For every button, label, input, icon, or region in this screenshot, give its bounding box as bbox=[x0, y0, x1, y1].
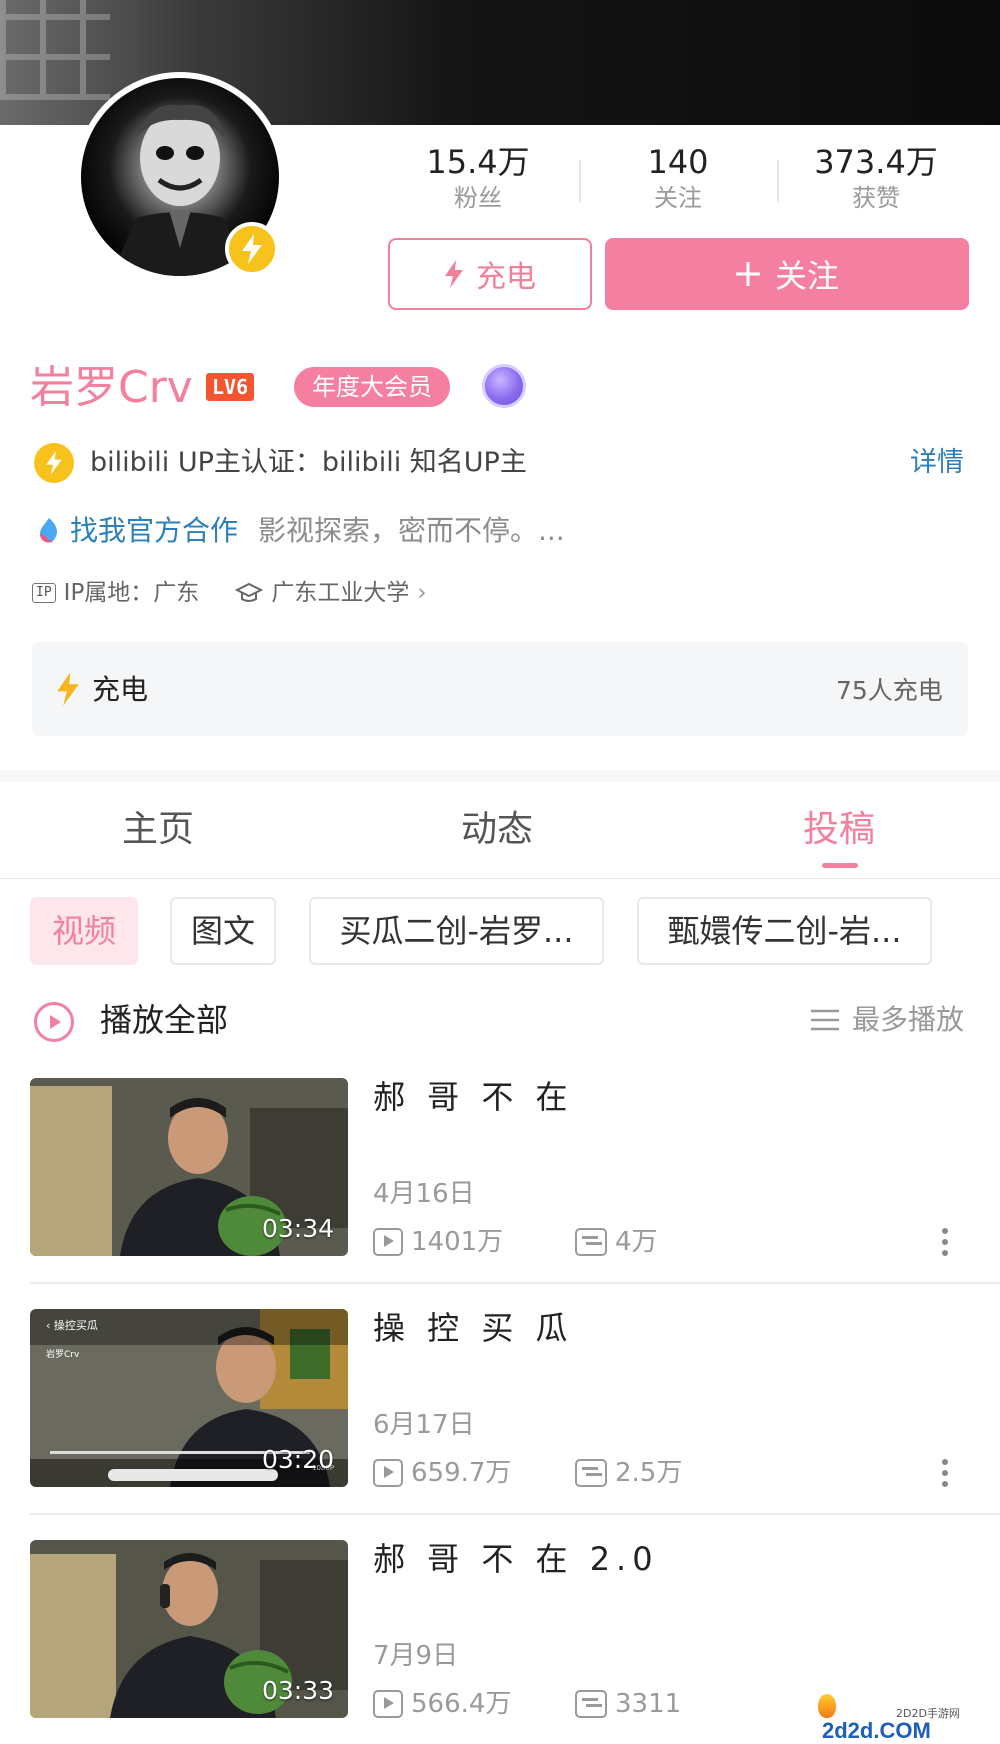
watermark-logo: 2d2d.COM bbox=[822, 1718, 931, 1743]
video-title[interactable]: 操 控 买 瓜 bbox=[373, 1306, 574, 1350]
video-danmaku-value: 4万 bbox=[615, 1227, 658, 1257]
username: 岩罗Crv bbox=[30, 362, 193, 413]
video-views-value: 566.4万 bbox=[411, 1689, 512, 1719]
danmaku-icon bbox=[575, 1690, 607, 1718]
video-date: 7月9日 bbox=[373, 1641, 459, 1671]
video-thumbnail[interactable]: ‹ 操控买瓜 岩罗Crv 1080P 03:20 bbox=[30, 1309, 348, 1487]
video-views: 566.4万 bbox=[373, 1686, 511, 1722]
coop-link[interactable]: 找我官方合作 bbox=[70, 512, 238, 550]
bio-text[interactable]: 影视探索，密而不停。... bbox=[258, 512, 565, 550]
filter-collection-zhenhuan[interactable]: 甄嬛传二创-岩... bbox=[637, 897, 932, 965]
stat-value: 15.4万 bbox=[426, 143, 530, 181]
stat-following[interactable]: 140 关注 bbox=[588, 142, 768, 214]
filter-article[interactable]: 图文 bbox=[170, 897, 276, 965]
video-danmaku: 4万 bbox=[575, 1224, 658, 1260]
video-title[interactable]: 郝 哥 不 在 bbox=[373, 1075, 574, 1119]
video-thumbnail[interactable]: 03:34 bbox=[30, 1078, 348, 1256]
charge-count: 75人充电 bbox=[836, 676, 943, 705]
ip-icon: IP bbox=[32, 583, 56, 603]
video-divider bbox=[30, 1282, 1000, 1284]
tab-dynamics[interactable]: 动态 bbox=[461, 806, 533, 854]
more-options-icon[interactable] bbox=[942, 1459, 950, 1492]
stat-value: 140 bbox=[647, 143, 709, 181]
play-all-icon[interactable] bbox=[34, 1002, 74, 1042]
video-views: 1401万 bbox=[373, 1224, 503, 1260]
school-link[interactable]: 广东工业大学 bbox=[271, 576, 409, 610]
thumbnail-overlay-user: 岩罗Crv bbox=[46, 1350, 80, 1360]
video-danmaku-value: 3311 bbox=[615, 1689, 682, 1719]
play-count-icon bbox=[373, 1459, 403, 1487]
tab-uploads[interactable]: 投稿 bbox=[803, 806, 875, 854]
section-separator bbox=[0, 770, 1000, 782]
play-count-icon bbox=[373, 1228, 403, 1256]
charge-panel[interactable] bbox=[32, 642, 968, 736]
follow-button[interactable]: 关注 bbox=[605, 238, 969, 310]
danmaku-icon bbox=[575, 1459, 607, 1487]
video-duration: 03:20 bbox=[261, 1445, 334, 1474]
stat-divider bbox=[777, 160, 779, 202]
video-date: 6月17日 bbox=[373, 1410, 475, 1440]
banner-window-pattern bbox=[0, 0, 110, 100]
ip-location: IP属地：广东 bbox=[63, 580, 200, 606]
video-thumbnail[interactable]: 03:33 bbox=[30, 1540, 348, 1718]
stat-divider bbox=[579, 160, 581, 202]
stat-label: 获赞 bbox=[852, 184, 900, 212]
vip-badge[interactable]: 年度大会员 bbox=[294, 367, 450, 407]
play-count-icon bbox=[373, 1690, 403, 1718]
charge-button[interactable]: 充电 bbox=[388, 238, 592, 310]
lightning-icon bbox=[445, 260, 463, 288]
certification-text: bilibili UP主认证：bilibili 知名UP主 bbox=[90, 447, 527, 478]
sort-button[interactable]: 最多播放 bbox=[852, 1000, 964, 1040]
filter-collection-melon[interactable]: 买瓜二创-岩罗... bbox=[309, 897, 604, 965]
more-options-icon[interactable] bbox=[942, 1228, 950, 1261]
plus-icon bbox=[735, 262, 760, 286]
video-views: 659.7万 bbox=[373, 1455, 511, 1491]
video-danmaku: 2.5万 bbox=[575, 1455, 682, 1491]
charge-badge-icon bbox=[225, 222, 279, 276]
stat-fans[interactable]: 15.4万 粉丝 bbox=[388, 142, 568, 214]
video-title[interactable]: 郝 哥 不 在 2.0 bbox=[373, 1537, 659, 1581]
chevron-right-icon: › bbox=[417, 580, 427, 606]
planet-medal-icon[interactable] bbox=[482, 364, 526, 408]
play-all-button[interactable]: 播放全部 bbox=[100, 998, 228, 1042]
graduation-cap-icon bbox=[235, 582, 264, 602]
charge-panel-title: 充电 bbox=[92, 673, 149, 706]
video-divider bbox=[30, 1513, 1000, 1515]
stat-label: 粉丝 bbox=[454, 184, 502, 212]
video-views-value: 1401万 bbox=[411, 1227, 504, 1257]
follow-button-label: 关注 bbox=[774, 257, 839, 295]
stat-value: 373.4万 bbox=[814, 143, 938, 181]
tab-home[interactable]: 主页 bbox=[122, 806, 194, 854]
charge-button-label: 充电 bbox=[476, 260, 536, 295]
video-danmaku: 3311 bbox=[575, 1686, 681, 1722]
video-duration: 03:34 bbox=[261, 1214, 334, 1243]
danmaku-icon bbox=[575, 1228, 607, 1256]
sort-icon bbox=[811, 1009, 839, 1031]
thumbnail-overlay-title: ‹ 操控买瓜 bbox=[46, 1319, 98, 1332]
certification-icon bbox=[34, 443, 74, 483]
level-badge: LV6 bbox=[206, 373, 255, 401]
lightning-icon bbox=[57, 672, 79, 706]
detail-link[interactable]: 详情 bbox=[910, 444, 964, 482]
tabs-divider bbox=[0, 878, 1000, 879]
tab-active-indicator bbox=[822, 863, 858, 868]
stat-label: 关注 bbox=[654, 184, 702, 212]
video-date: 4月16日 bbox=[373, 1179, 475, 1209]
watermark-flame-icon bbox=[818, 1694, 836, 1718]
coop-icon bbox=[40, 518, 58, 543]
stat-likes[interactable]: 373.4万 获赞 bbox=[786, 142, 966, 214]
ip-school-row: IP IP属地：广东 广东工业大学 › bbox=[32, 576, 427, 610]
video-views-value: 659.7万 bbox=[411, 1458, 512, 1488]
video-duration: 03:33 bbox=[261, 1676, 334, 1705]
video-danmaku-value: 2.5万 bbox=[615, 1458, 683, 1488]
filter-video[interactable]: 视频 bbox=[30, 897, 138, 965]
